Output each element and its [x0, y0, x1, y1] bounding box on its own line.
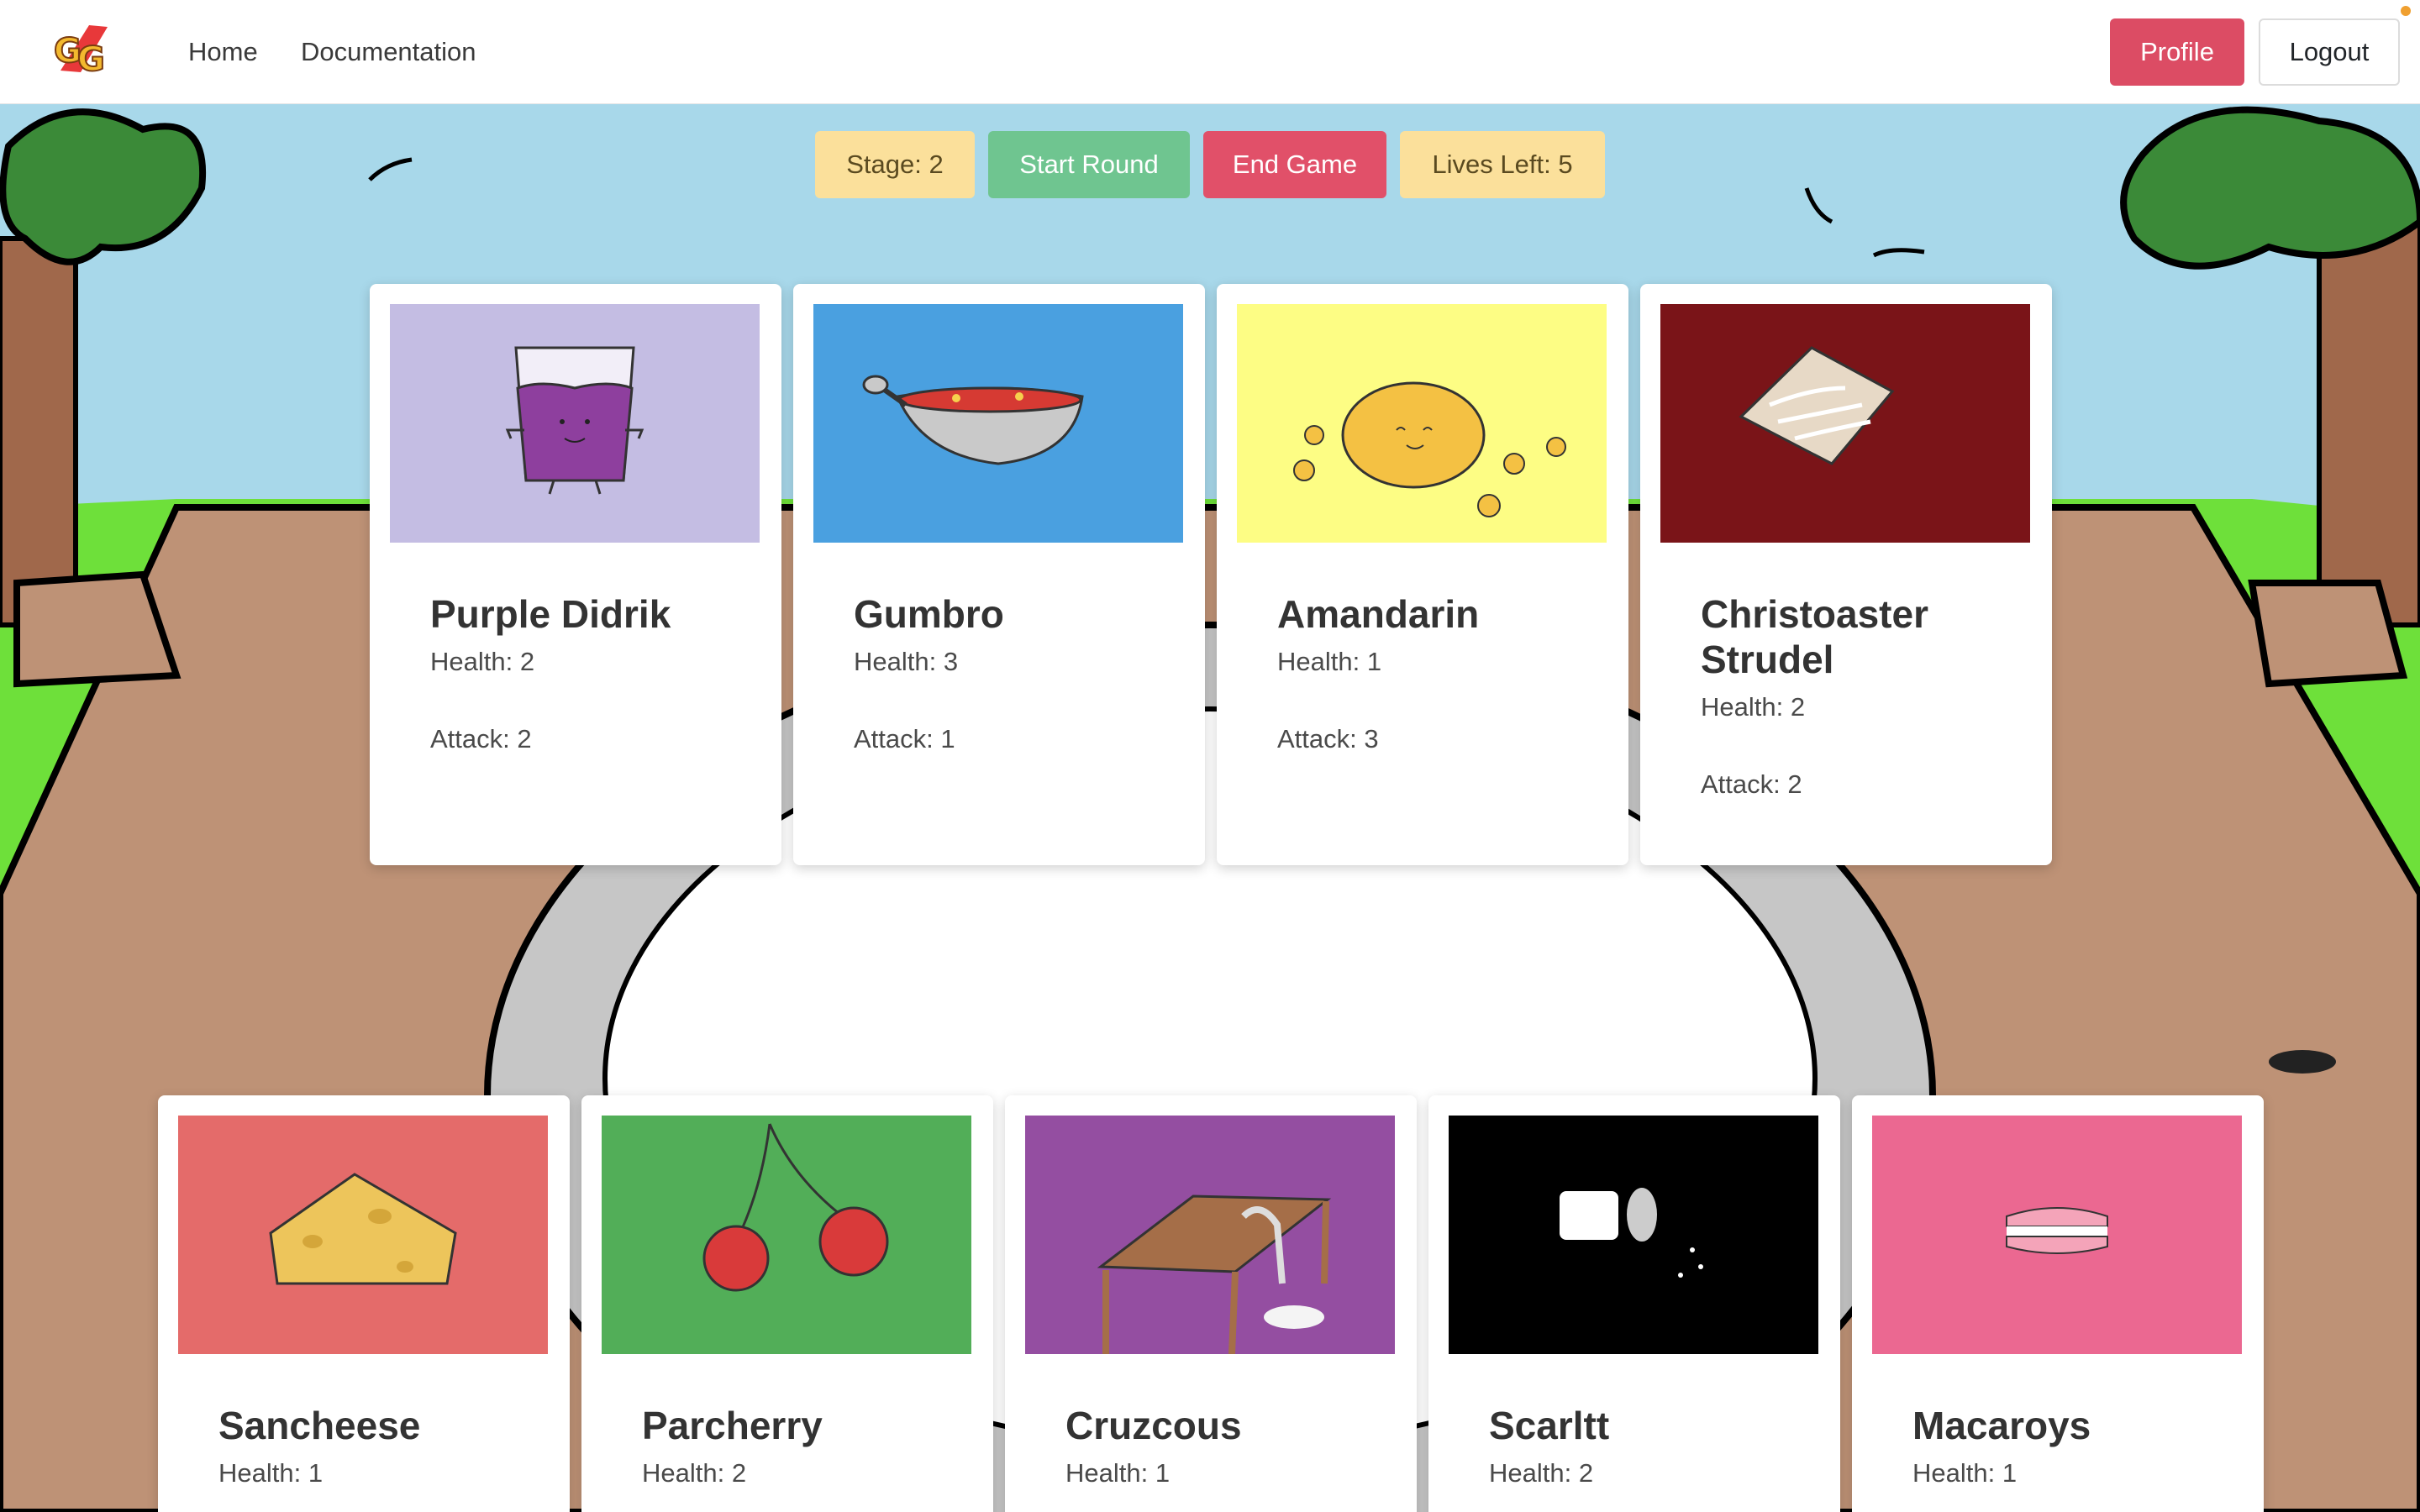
card-name: Parcherry — [642, 1404, 823, 1447]
card-name: Gumbro — [854, 592, 1004, 636]
card-health: Health: 3 — [854, 647, 959, 676]
card-attack: Attack: 3 — [1277, 724, 1379, 753]
gg-logo-icon[interactable]: G G — [52, 22, 113, 80]
svg-text:G: G — [77, 40, 105, 76]
card-health: Health: 2 — [430, 647, 535, 676]
game-controls: Stage: 2 Start Round End Game Lives Left… — [0, 131, 2420, 198]
player-card[interactable]: Cruzcous Health: 1 — [1005, 1095, 1417, 1512]
player-card[interactable]: Scarltt Health: 2 — [1428, 1095, 1840, 1512]
card-name: Amandarin — [1277, 592, 1480, 636]
card-health: Health: 1 — [218, 1458, 324, 1488]
nav-documentation-link[interactable]: Documentation — [301, 34, 476, 71]
notification-dot — [2401, 6, 2411, 16]
gumbo-bowl-icon — [813, 304, 1183, 543]
player-card[interactable]: Sancheese Health: 1 — [158, 1095, 570, 1512]
card-health: Health: 2 — [642, 1458, 747, 1488]
card-health: Health: 1 — [1277, 647, 1382, 676]
mandarin-icon — [1237, 304, 1607, 543]
logout-button[interactable]: Logout — [2259, 18, 2400, 86]
navbar: G G Home Documentation Profile Logout — [0, 0, 2420, 104]
card-name: Cruzcous — [1065, 1404, 1242, 1447]
cheese-wedge-icon — [178, 1116, 548, 1354]
start-round-button[interactable]: Start Round — [988, 131, 1190, 198]
macaron-icon — [1872, 1116, 2242, 1354]
card-name: Christoaster Strudel — [1701, 592, 1928, 681]
card-health: Health: 1 — [1065, 1458, 1171, 1488]
nav-home-link[interactable]: Home — [188, 34, 258, 71]
profile-button[interactable]: Profile — [2110, 18, 2244, 86]
cherries-icon — [602, 1116, 971, 1354]
lives-left-badge: Lives Left: 5 — [1400, 131, 1605, 198]
end-game-button[interactable]: End Game — [1203, 131, 1386, 198]
card-name: Purple Didrik — [430, 592, 671, 636]
card-attack: Attack: 2 — [430, 724, 532, 753]
couscous-table-icon — [1025, 1116, 1395, 1354]
card-attack: Attack: 1 — [854, 724, 955, 753]
player-card[interactable]: Macaroys Health: 1 — [1852, 1095, 2264, 1512]
enemy-card[interactable]: Gumbro Health: 3 Attack: 1 — [793, 284, 1205, 865]
card-health: Health: 2 — [1489, 1458, 1594, 1488]
card-attack: Attack: 2 — [1701, 769, 1802, 799]
card-name: Macaroys — [1912, 1404, 2091, 1447]
card-health: Health: 1 — [1912, 1458, 2018, 1488]
card-name: Scarltt — [1489, 1404, 1610, 1447]
player-card[interactable]: Parcherry Health: 2 — [581, 1095, 993, 1512]
card-name: Sancheese — [218, 1404, 421, 1447]
stage-badge: Stage: 2 — [815, 131, 975, 198]
salt-shaker-icon — [1449, 1116, 1818, 1354]
enemy-card[interactable]: Christoaster Strudel Health: 2 Attack: 2 — [1640, 284, 2052, 865]
purple-drink-icon — [390, 304, 760, 543]
enemy-card[interactable]: Amandarin Health: 1 Attack: 3 — [1217, 284, 1628, 865]
enemy-card[interactable]: Purple Didrik Health: 2 Attack: 2 — [370, 284, 781, 865]
card-health: Health: 2 — [1701, 692, 1806, 722]
toaster-strudel-icon — [1660, 304, 2030, 543]
